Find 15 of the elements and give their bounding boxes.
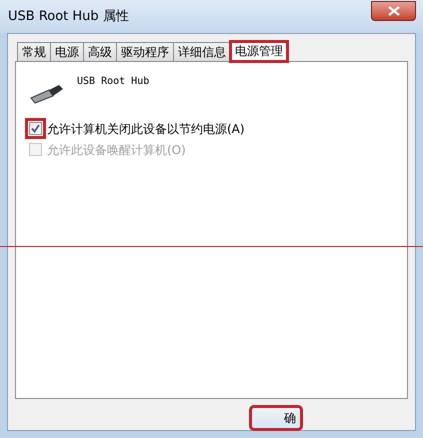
close-icon xyxy=(388,6,400,16)
check-icon xyxy=(31,124,40,133)
tab[interactable]: 驱动程序 xyxy=(116,42,174,61)
close-button[interactable] xyxy=(371,0,416,20)
tab[interactable]: 电源 xyxy=(50,42,84,61)
tab[interactable]: 常规 xyxy=(17,42,51,61)
tab[interactable]: 详细信息 xyxy=(173,42,231,61)
ok-button[interactable]: 确 xyxy=(251,407,301,429)
window-title: USB Root Hub 属性 xyxy=(8,8,129,26)
tab[interactable]: 电源管理 xyxy=(230,41,288,62)
option-label: 允许计算机关闭此设备以节约电源(A) xyxy=(47,120,245,138)
tab[interactable]: 高级 xyxy=(83,42,117,61)
option-label: 允许此设备唤醒计算机(O) xyxy=(47,142,186,158)
checkbox[interactable] xyxy=(25,118,46,139)
device-name: USB Root Hub xyxy=(77,75,150,89)
